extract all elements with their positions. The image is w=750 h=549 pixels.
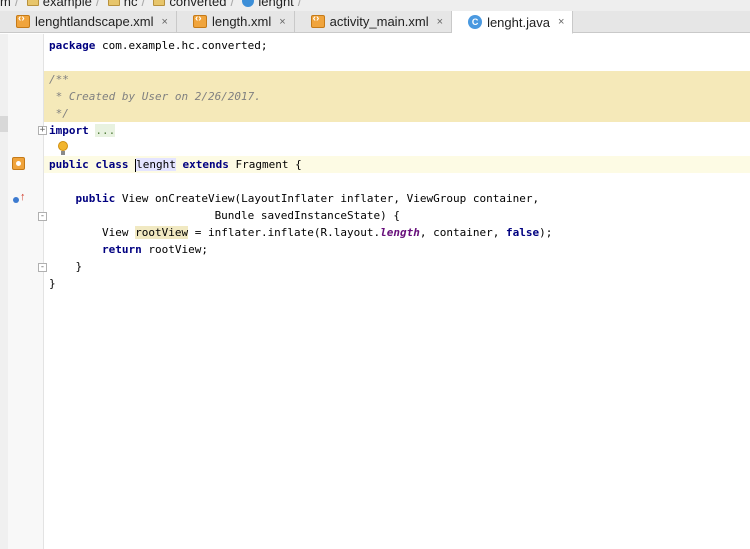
doc-comment-line: /** [44, 71, 750, 88]
breadcrumb-item-converted[interactable]: converted / [145, 0, 234, 11]
code-line-class: public class lenght extends Fragment { [44, 156, 750, 173]
breadcrumb-item-hc[interactable]: hc / [100, 0, 145, 11]
tab-length-xml[interactable]: length.xml × [177, 11, 295, 32]
doc-comment-line: */ [44, 105, 750, 122]
breadcrumb-item-example[interactable]: example / [19, 0, 100, 11]
code-line: } [49, 260, 83, 273]
close-tab-icon[interactable]: × [437, 16, 443, 28]
code-editor[interactable]: ↑ + - - package com.example.hc.converted… [0, 34, 750, 549]
close-tab-icon[interactable]: × [162, 16, 168, 28]
breadcrumb-item-m[interactable]: m / [0, 0, 19, 11]
xml-file-icon [16, 13, 30, 28]
code-line: } [49, 277, 56, 290]
code-line: public View onCreateView(LayoutInflater … [75, 192, 540, 205]
left-tool-strip [0, 34, 8, 549]
tab-lenghtlandscape-xml[interactable]: lenghtlandscape.xml × [0, 11, 177, 32]
code-line-import: import ... [49, 124, 116, 137]
breadcrumb-item-lenght[interactable]: lenght / [234, 0, 302, 11]
override-method-icon[interactable]: ↑ [13, 191, 27, 205]
code-line: return rootView; [101, 243, 208, 256]
java-class-icon [242, 0, 255, 7]
close-tab-icon[interactable]: × [558, 16, 564, 28]
editor-gutter[interactable] [8, 34, 44, 549]
code-line: package com.example.hc.converted; [49, 39, 268, 52]
collapsed-imports[interactable]: ... [95, 124, 116, 137]
folder-icon [153, 0, 166, 6]
folder-icon [107, 0, 120, 6]
folder-icon [26, 0, 39, 6]
code-line: Bundle savedInstanceState) { [49, 209, 400, 222]
tab-activity-main-xml[interactable]: activity_main.xml × [295, 11, 453, 32]
xml-file-icon [310, 13, 325, 28]
xml-file-icon [192, 13, 207, 28]
code-lines: package com.example.hc.converted; /** * … [44, 34, 750, 290]
code-line: View rootView = inflater.inflate(R.layou… [101, 226, 553, 239]
close-tab-icon[interactable]: × [279, 16, 285, 28]
layout-marker-icon[interactable] [12, 157, 25, 170]
java-class-icon: C [468, 15, 483, 29]
editor-tab-bar: lenghtlandscape.xml × length.xml × activ… [0, 11, 750, 34]
doc-comment-line: * Created by User on 2/26/2017. [44, 88, 750, 105]
breadcrumb: m / example / hc / converted / lenght / [0, 0, 750, 11]
tab-lenght-java[interactable]: C lenght.java × [452, 11, 574, 34]
